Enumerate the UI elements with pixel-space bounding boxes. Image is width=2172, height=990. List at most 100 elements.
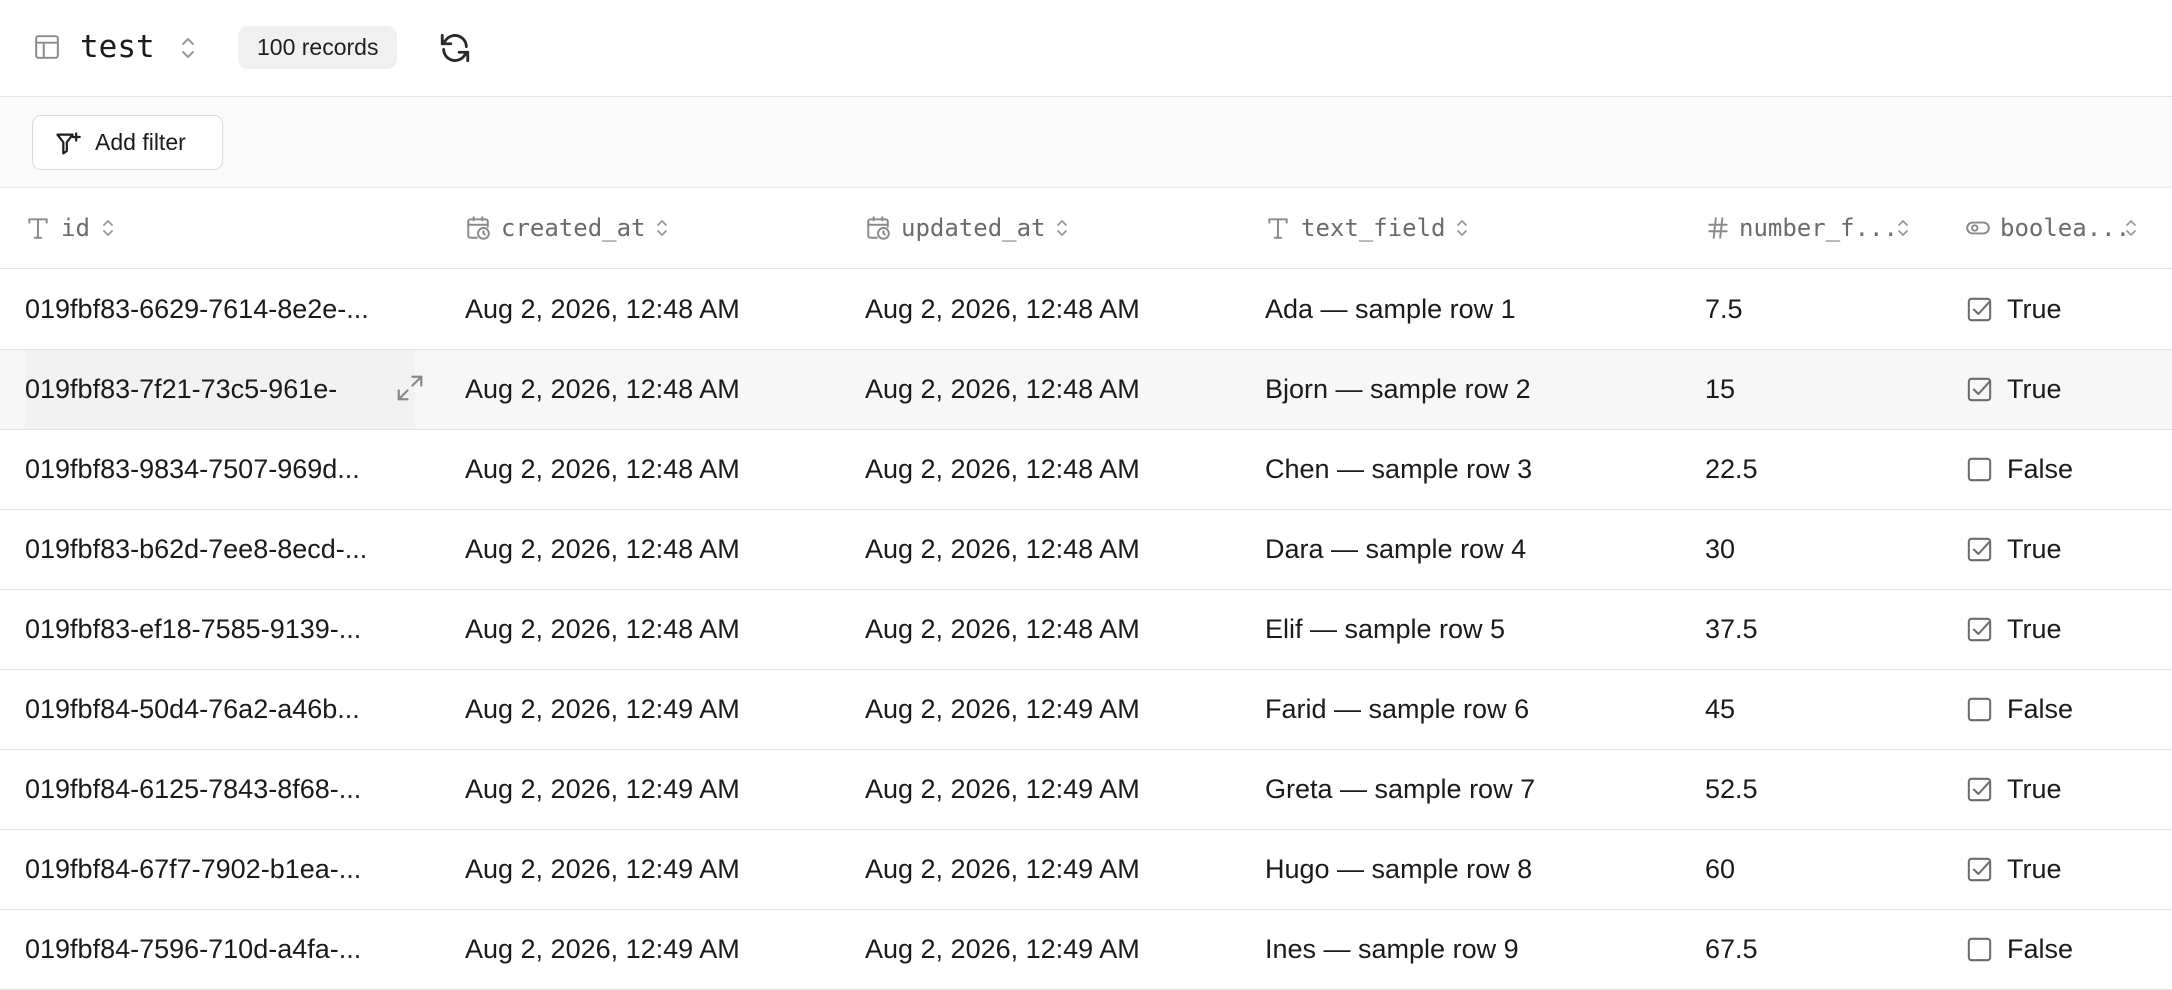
checkbox-unchecked-icon[interactable] <box>1966 456 1993 483</box>
table-row[interactable]: 019fbf83-9834-7507-969d... Aug 2, 2026, … <box>0 430 2172 510</box>
cell-text-field[interactable]: Elif — sample row 5 <box>1265 590 1505 669</box>
cell-id[interactable]: 019fbf83-ef18-7585-9139-... <box>25 590 415 669</box>
boolean-label: True <box>2007 294 2062 324</box>
cell-text-field[interactable]: Ines — sample row 9 <box>1265 910 1519 989</box>
column-header-boolean-field[interactable]: boolea... <box>1940 188 2172 269</box>
cell-text-field[interactable]: Bjorn — sample row 2 <box>1265 350 1531 429</box>
cell-text-field[interactable]: Ada — sample row 1 <box>1265 270 1516 349</box>
cell-text-field[interactable]: Hugo — sample row 8 <box>1265 830 1532 909</box>
sort-icon[interactable] <box>1055 217 1069 239</box>
table-toolbar: test 100 records <box>0 0 2172 97</box>
cell-created-at[interactable]: Aug 2, 2026, 12:49 AM <box>465 830 740 909</box>
cell-updated-at[interactable]: Aug 2, 2026, 12:48 AM <box>865 270 1140 349</box>
table-row[interactable]: 019fbf84-6125-7843-8f68-... Aug 2, 2026,… <box>0 750 2172 830</box>
cell-id[interactable]: 019fbf83-b62d-7ee8-8ecd-... <box>25 510 415 589</box>
cell-updated-at[interactable]: Aug 2, 2026, 12:48 AM <box>865 430 1140 509</box>
checkbox-checked-icon[interactable] <box>1966 856 1993 883</box>
boolean-label: False <box>2007 694 2074 724</box>
cell-created-at[interactable]: Aug 2, 2026, 12:49 AM <box>465 750 740 829</box>
cell-number-field[interactable]: 60 <box>1705 830 1735 909</box>
column-header-updated-at[interactable]: updated_at <box>840 188 1240 269</box>
cell-created-at[interactable]: Aug 2, 2026, 12:48 AM <box>465 270 740 349</box>
expand-icon[interactable] <box>395 373 425 403</box>
cell-created-at[interactable]: Aug 2, 2026, 12:48 AM <box>465 430 740 509</box>
filter-bar: Add filter <box>0 97 2172 188</box>
cell-updated-at[interactable]: Aug 2, 2026, 12:48 AM <box>865 350 1140 429</box>
boolean-label: False <box>2007 454 2074 484</box>
cell-id[interactable]: 019fbf83-7f21-73c5-961e- <box>25 350 415 429</box>
cell-text-field[interactable]: Chen — sample row 3 <box>1265 430 1532 509</box>
cell-id[interactable]: 019fbf84-67f7-7902-b1ea-... <box>25 830 415 909</box>
cell-number-field[interactable]: 37.5 <box>1705 590 1758 669</box>
add-filter-button[interactable]: Add filter <box>32 115 223 170</box>
text-type-icon <box>1268 218 1288 239</box>
checkbox-checked-icon[interactable] <box>1966 376 1993 403</box>
checkbox-checked-icon[interactable] <box>1966 776 1993 803</box>
refresh-icon[interactable] <box>438 31 472 65</box>
cell-number-field[interactable]: 22.5 <box>1705 430 1758 509</box>
calendar-clock-icon <box>867 216 890 240</box>
toggle-icon <box>1966 221 1990 235</box>
cell-number-field[interactable]: 7.5 <box>1705 270 1743 349</box>
cell-number-field[interactable]: 67.5 <box>1705 910 1758 989</box>
boolean-label: True <box>2007 534 2062 564</box>
column-header-text-field[interactable]: text_field <box>1240 188 1680 269</box>
cell-number-field[interactable]: 30 <box>1705 510 1735 589</box>
cell-id[interactable]: 019fbf84-50d4-76a2-a46b... <box>25 670 415 749</box>
sort-icon[interactable] <box>101 217 115 239</box>
cell-updated-at[interactable]: Aug 2, 2026, 12:49 AM <box>865 830 1140 909</box>
sort-icon[interactable] <box>2124 217 2138 239</box>
records-count-badge: 100 records <box>238 26 398 69</box>
cell-id[interactable]: 019fbf84-6125-7843-8f68-... <box>25 750 415 829</box>
checkbox-checked-icon[interactable] <box>1966 296 1993 323</box>
cell-number-field[interactable]: 15 <box>1705 350 1735 429</box>
cell-updated-at[interactable]: Aug 2, 2026, 12:48 AM <box>865 510 1140 589</box>
cell-number-field[interactable]: 45 <box>1705 670 1735 749</box>
column-label: boolea... <box>2000 214 2131 242</box>
table-row[interactable]: 019fbf83-7f21-73c5-961e- Aug 2, 2026, 12… <box>0 350 2172 430</box>
sort-icon[interactable] <box>1455 217 1469 239</box>
table-icon <box>35 35 59 59</box>
table-row[interactable]: 019fbf84-7596-710d-a4fa-... Aug 2, 2026,… <box>0 910 2172 990</box>
calendar-clock-icon <box>467 216 490 240</box>
column-header-number-field[interactable]: number_f... <box>1680 188 1940 269</box>
cell-created-at[interactable]: Aug 2, 2026, 12:49 AM <box>465 670 740 749</box>
chevron-updown-icon[interactable] <box>178 35 198 61</box>
boolean-label: True <box>2007 854 2062 884</box>
checkbox-checked-icon[interactable] <box>1966 536 1993 563</box>
column-header-created-at[interactable]: created_at <box>440 188 840 269</box>
table-name[interactable]: test <box>80 25 155 69</box>
cell-created-at[interactable]: Aug 2, 2026, 12:48 AM <box>465 510 740 589</box>
sort-icon[interactable] <box>1896 217 1910 239</box>
cell-text-field[interactable]: Dara — sample row 4 <box>1265 510 1526 589</box>
boolean-label: True <box>2007 774 2062 804</box>
table-row[interactable]: 019fbf83-6629-7614-8e2e-... Aug 2, 2026,… <box>0 270 2172 350</box>
cell-updated-at[interactable]: Aug 2, 2026, 12:49 AM <box>865 910 1140 989</box>
cell-created-at[interactable]: Aug 2, 2026, 12:49 AM <box>465 910 740 989</box>
cell-text-field[interactable]: Greta — sample row 7 <box>1265 750 1535 829</box>
table-row[interactable]: 019fbf83-ef18-7585-9139-... Aug 2, 2026,… <box>0 590 2172 670</box>
table-row[interactable]: 019fbf84-67f7-7902-b1ea-... Aug 2, 2026,… <box>0 830 2172 910</box>
boolean-label: True <box>2007 374 2062 404</box>
cell-created-at[interactable]: Aug 2, 2026, 12:48 AM <box>465 590 740 669</box>
column-header-id[interactable]: id <box>0 188 440 269</box>
cell-id[interactable]: 019fbf83-9834-7507-969d... <box>25 430 415 509</box>
boolean-label: True <box>2007 614 2062 644</box>
checkbox-unchecked-icon[interactable] <box>1966 696 1993 723</box>
cell-number-field[interactable]: 52.5 <box>1705 750 1758 829</box>
column-label: id <box>61 214 90 242</box>
cell-created-at[interactable]: Aug 2, 2026, 12:48 AM <box>465 350 740 429</box>
table-row[interactable]: 019fbf83-b62d-7ee8-8ecd-... Aug 2, 2026,… <box>0 510 2172 590</box>
boolean-label: False <box>2007 934 2074 964</box>
checkbox-unchecked-icon[interactable] <box>1966 936 1993 963</box>
column-label: text_field <box>1301 214 1446 242</box>
cell-id[interactable]: 019fbf84-7596-710d-a4fa-... <box>25 910 415 989</box>
cell-updated-at[interactable]: Aug 2, 2026, 12:48 AM <box>865 590 1140 669</box>
sort-icon[interactable] <box>655 217 669 239</box>
cell-text-field[interactable]: Farid — sample row 6 <box>1265 670 1529 749</box>
cell-updated-at[interactable]: Aug 2, 2026, 12:49 AM <box>865 670 1140 749</box>
cell-id[interactable]: 019fbf83-6629-7614-8e2e-... <box>25 270 415 349</box>
table-row[interactable]: 019fbf84-50d4-76a2-a46b... Aug 2, 2026, … <box>0 670 2172 750</box>
checkbox-checked-icon[interactable] <box>1966 616 1993 643</box>
cell-updated-at[interactable]: Aug 2, 2026, 12:49 AM <box>865 750 1140 829</box>
